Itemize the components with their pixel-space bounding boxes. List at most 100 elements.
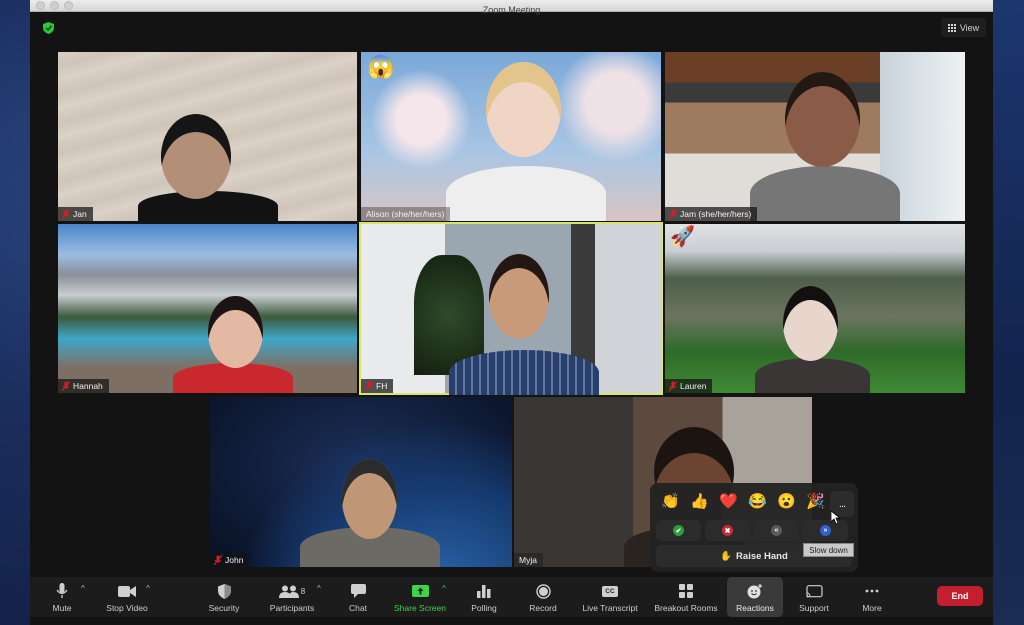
- mouse-cursor-icon: [831, 511, 841, 525]
- security-button[interactable]: Security: [202, 577, 246, 617]
- slow-down-feedback-button[interactable]: «: [754, 520, 799, 541]
- nonverbal-feedback-row: ✔ ✖ « »: [656, 520, 848, 541]
- participant-figure: [750, 166, 900, 221]
- participant-name: John: [225, 555, 244, 565]
- video-tile-alison[interactable]: 😱 Alison (she/her/hers): [361, 52, 661, 221]
- live-transcript-label: Live Transcript: [582, 603, 638, 613]
- breakout-rooms-label: Breakout Rooms: [654, 603, 718, 613]
- live-transcript-button[interactable]: CC Live Transcript: [578, 577, 642, 617]
- participants-button[interactable]: 8 Participants: [265, 577, 319, 617]
- close-window-button[interactable]: [36, 1, 45, 10]
- heart-reaction-button[interactable]: ❤️: [714, 489, 743, 513]
- reactions-button[interactable]: Reactions: [727, 577, 783, 617]
- tears-of-joy-reaction-button[interactable]: 😂: [743, 489, 772, 513]
- x-icon: ✖: [722, 525, 733, 536]
- nameplate: Lauren: [665, 379, 713, 393]
- support-button[interactable]: Support: [792, 577, 836, 617]
- muted-mic-icon: [669, 209, 677, 219]
- desktop-background: [993, 0, 1024, 625]
- mute-button[interactable]: Mute: [44, 577, 80, 617]
- no-feedback-button[interactable]: ✖: [705, 520, 750, 541]
- muted-mic-icon: [62, 209, 70, 219]
- grid-icon: [947, 23, 956, 32]
- nameplate: Alison (she/her/hers): [361, 207, 451, 221]
- video-camera-icon: [118, 580, 136, 602]
- participant-head: [489, 254, 549, 339]
- raised-hand-icon: ✋: [720, 550, 733, 562]
- nameplate: John: [210, 553, 250, 567]
- support-label: Support: [799, 603, 829, 613]
- thumbs-up-reaction-button[interactable]: 👍: [685, 489, 714, 513]
- minimize-window-button[interactable]: [50, 1, 59, 10]
- video-tile-fh[interactable]: FH: [359, 222, 663, 395]
- nameplate: Jan: [58, 207, 93, 221]
- polling-button[interactable]: Polling: [466, 577, 502, 617]
- participant-figure: [449, 350, 599, 395]
- stop-video-button[interactable]: Stop Video: [99, 577, 155, 617]
- slow-down-tooltip: Slow down: [803, 543, 854, 557]
- ellipsis-icon: [865, 580, 879, 602]
- participant-head: [161, 114, 231, 199]
- smiley-plus-icon: [747, 580, 763, 602]
- cc-icon-text: CC: [602, 585, 618, 597]
- window-controls: [36, 1, 73, 10]
- participant-head: [208, 296, 263, 368]
- chat-label: Chat: [349, 603, 367, 613]
- video-options-chevron[interactable]: ^: [146, 584, 150, 593]
- nameplate: FH: [361, 379, 394, 393]
- title-bar: Zoom Meeting: [30, 0, 993, 15]
- yes-feedback-button[interactable]: ✔: [656, 520, 701, 541]
- nameplate: Myja: [514, 553, 543, 567]
- participant-head: [785, 72, 860, 167]
- polling-label: Polling: [471, 603, 497, 613]
- participant-name: Alison (she/her/hers): [366, 209, 445, 219]
- share-options-chevron[interactable]: ^: [442, 584, 446, 593]
- mute-label: Mute: [52, 603, 72, 613]
- open-mouth-reaction-button[interactable]: 😮: [772, 489, 801, 513]
- audio-options-chevron[interactable]: ^: [81, 584, 85, 593]
- rewind-icon: «: [771, 525, 782, 536]
- share-arrow-icon: [411, 580, 429, 602]
- chat-button[interactable]: Chat: [342, 577, 374, 617]
- record-button[interactable]: Record: [524, 577, 562, 617]
- fast-forward-icon: »: [820, 525, 831, 536]
- tada-reaction-button[interactable]: 🎉: [801, 489, 830, 513]
- nameplate: Jam (she/her/hers): [665, 207, 758, 221]
- participant-name: Hannah: [73, 381, 103, 391]
- breakout-rooms-button[interactable]: Breakout Rooms: [652, 577, 720, 617]
- participants-options-chevron[interactable]: ^: [317, 584, 321, 593]
- nameplate: Hannah: [58, 379, 109, 393]
- view-button-label: View: [959, 22, 980, 33]
- raise-hand-label: Raise Hand: [736, 550, 788, 562]
- window-title: Zoom Meeting: [482, 5, 541, 15]
- share-screen-label: Share Screen: [394, 603, 446, 613]
- participant-name: Jan: [73, 209, 87, 219]
- record-icon: [535, 580, 551, 602]
- security-label: Security: [208, 603, 240, 613]
- emoji-reactions-row: 👏 👍 ❤️ 😂 😮 🎉: [656, 489, 830, 513]
- muted-mic-icon: [214, 555, 222, 565]
- video-tile-lauren[interactable]: 🚀 Lauren: [665, 224, 965, 393]
- video-tile-hannah[interactable]: Hannah: [58, 224, 357, 393]
- zoom-window-button[interactable]: [64, 1, 73, 10]
- view-button[interactable]: View: [941, 18, 986, 37]
- video-tile-john[interactable]: John: [210, 397, 512, 567]
- participant-name: Jam (she/her/hers): [680, 209, 752, 219]
- share-screen-button[interactable]: Share Screen: [392, 577, 448, 617]
- end-meeting-button[interactable]: End: [937, 586, 983, 606]
- participant-name: Myja: [519, 555, 537, 565]
- green-shield-check-icon[interactable]: [43, 22, 54, 34]
- reaction-emoji: 😱: [367, 54, 395, 79]
- meeting-toolbar: Mute ^ Stop Video ^ Security 8 Participa…: [30, 577, 993, 617]
- participant-figure: [755, 358, 870, 393]
- video-tile-jan[interactable]: Jan: [58, 52, 357, 221]
- participant-head: [342, 459, 397, 539]
- more-button[interactable]: More: [854, 577, 890, 617]
- clap-reaction-button[interactable]: 👏: [656, 489, 685, 513]
- cast-screen-icon: [805, 580, 823, 602]
- video-tile-jam[interactable]: Jam (she/her/hers): [665, 52, 965, 221]
- muted-mic-icon: [669, 381, 677, 391]
- participant-head: [486, 62, 561, 157]
- speed-up-feedback-button[interactable]: »: [803, 520, 848, 541]
- participant-figure: [446, 166, 606, 221]
